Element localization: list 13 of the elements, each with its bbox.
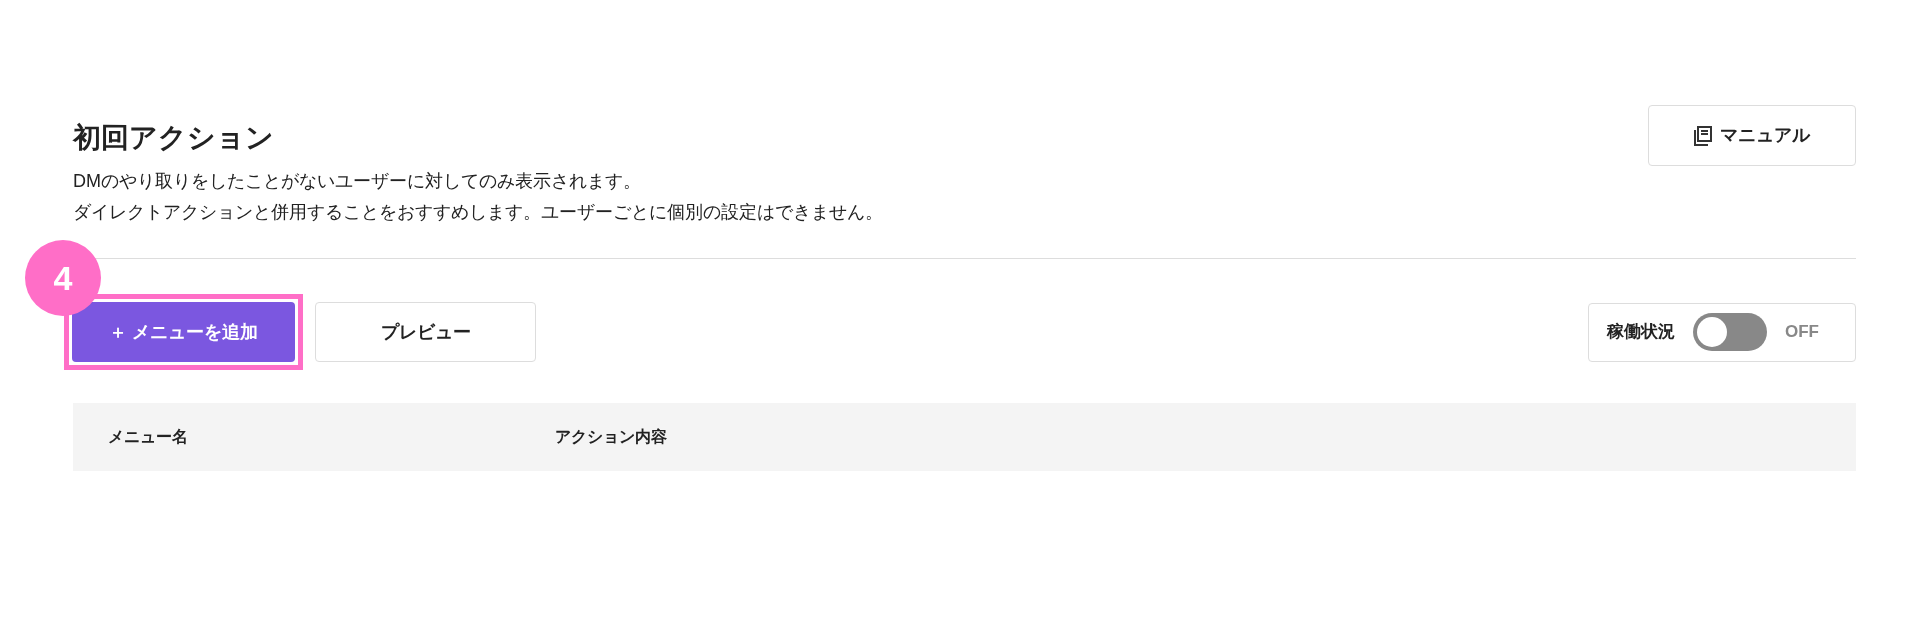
column-header: メニュー名 (108, 427, 189, 447)
step-badge: 4 (25, 240, 101, 316)
manual-button[interactable]: マニュアル (1648, 105, 1856, 166)
preview-button[interactable]: プレビュー (315, 302, 536, 362)
page-title: 初回アクション (73, 121, 275, 155)
description-text: DMのやり取りをしたことがないユーザーに対してのみ表示されます。 (73, 170, 642, 193)
status-text: OFF (1785, 321, 1819, 344)
description-text: ダイレクトアクションと併用することをおすすめします。ユーザーごとに個別の設定はできません。 (73, 201, 883, 224)
column-header: アクション内容 (555, 427, 667, 447)
add-menu-button[interactable]: ＋ メニューを追加 (72, 302, 295, 362)
book-icon (1694, 125, 1712, 146)
status-label: 稼働状況 (1607, 321, 1675, 344)
status-toggle[interactable] (1693, 313, 1767, 351)
